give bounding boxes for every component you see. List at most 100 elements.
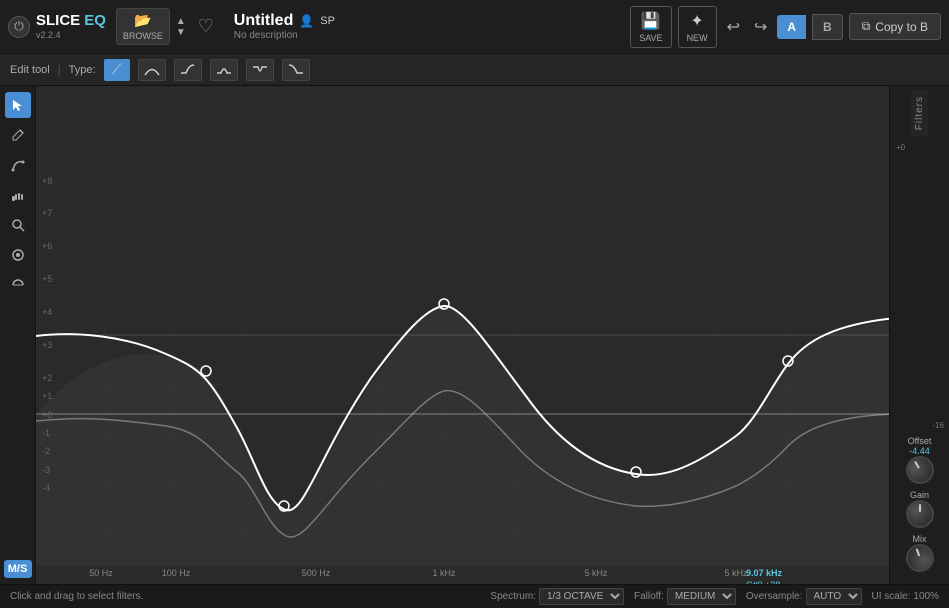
- separator: |: [58, 64, 61, 76]
- ui-scale-control: UI scale: 100%: [872, 591, 939, 602]
- right-sidebar: Filters +0 -16 Offset -4.44 Gain Mix: [889, 86, 949, 584]
- ab-a-button[interactable]: A: [777, 15, 806, 39]
- oversample-label: Oversample:: [746, 591, 803, 602]
- tool-bandpass[interactable]: [210, 59, 238, 81]
- status-text: Click and drag to select filters.: [10, 591, 480, 602]
- cursor-tool-button[interactable]: [5, 92, 31, 118]
- preset-name: Untitled: [234, 12, 294, 30]
- preset-area: Untitled 👤 SP No description: [226, 12, 624, 41]
- svg-text:-4: -4: [42, 483, 50, 493]
- favorite-button[interactable]: ♡: [192, 13, 220, 41]
- offset-value: -4.44: [909, 446, 930, 456]
- offset-knob[interactable]: [900, 451, 938, 489]
- svg-text:+2: +2: [42, 373, 52, 383]
- new-button[interactable]: ✦ NEW: [678, 6, 717, 48]
- falloff-label: Falloff:: [634, 591, 664, 602]
- svg-text:+4: +4: [42, 307, 52, 317]
- copy-icon: ⧉: [862, 19, 871, 34]
- arrow-down-icon[interactable]: ▼: [176, 27, 186, 38]
- svg-text:50 Hz: 50 Hz: [89, 568, 113, 578]
- logo-area: SLICE EQ v2.2.4: [36, 12, 106, 41]
- browse-arrows: ▲ ▼: [176, 16, 186, 38]
- new-label: NEW: [687, 33, 708, 43]
- ui-scale-label: UI scale:: [872, 591, 911, 602]
- save-button[interactable]: 💾 SAVE: [630, 6, 671, 48]
- svg-text:500 Hz: 500 Hz: [302, 568, 331, 578]
- arrow-up-icon[interactable]: ▲: [176, 16, 186, 27]
- browse-button[interactable]: 📂 BROWSE: [116, 8, 170, 45]
- zoom-tool-button[interactable]: [5, 212, 31, 238]
- svg-text:+6: +6: [42, 241, 52, 251]
- svg-text:+0: +0: [42, 410, 52, 420]
- tool-shelf-lo[interactable]: [282, 59, 310, 81]
- logo-slice: SLICE: [36, 12, 80, 30]
- mix-section: Mix: [892, 532, 947, 572]
- main-area: M/S: [0, 86, 949, 584]
- svg-text:+3: +3: [42, 340, 52, 350]
- svg-text:-3: -3: [42, 465, 50, 475]
- svg-text:9.07 kHz: 9.07 kHz: [746, 568, 783, 578]
- line-tool-button[interactable]: [5, 152, 31, 178]
- eq-canvas[interactable]: +8 +7 +6 +5 +4 +3 +2 +1 +0 -1 -2 -3 -4 5…: [36, 86, 889, 584]
- logo-version: v2.2.4: [36, 30, 106, 41]
- oversample-select[interactable]: AUTO 2x 4x OFF: [806, 588, 862, 605]
- svg-text:1 kHz: 1 kHz: [432, 568, 456, 578]
- falloff-control: Falloff: MEDIUM SLOW FAST: [634, 588, 736, 605]
- undo-button[interactable]: ↩: [723, 13, 744, 41]
- oversample-control: Oversample: AUTO 2x 4x OFF: [746, 588, 862, 605]
- svg-text:5 kHz: 5 kHz: [724, 568, 748, 578]
- ms-button[interactable]: M/S: [4, 560, 32, 578]
- svg-text:+7: +7: [42, 208, 52, 218]
- offset-section: Offset -4.44: [892, 434, 947, 484]
- half-circle-tool-button[interactable]: [5, 272, 31, 298]
- ab-b-button[interactable]: B: [812, 14, 843, 40]
- gain-knob[interactable]: [906, 500, 934, 528]
- svg-text:+8: +8: [42, 176, 52, 186]
- tool-bell[interactable]: [138, 59, 166, 81]
- save-icon: 💾: [641, 11, 661, 31]
- svg-text:-1: -1: [42, 428, 50, 438]
- spectrum-label: Spectrum:: [490, 591, 536, 602]
- eq-node-1: [201, 366, 211, 376]
- svg-text:+1: +1: [42, 391, 52, 401]
- filters-label: Filters: [911, 90, 928, 136]
- svg-text:+5: +5: [42, 274, 52, 284]
- gain-section: Gain: [892, 488, 947, 528]
- hand-tool-button[interactable]: [5, 182, 31, 208]
- spectrum-select[interactable]: 1/3 OCTAVE 1/6 OCTAVE OFF: [539, 588, 624, 605]
- browse-label: BROWSE: [123, 31, 163, 41]
- mix-knob[interactable]: [902, 540, 938, 576]
- svg-text:C#9 +38: C#9 +38: [746, 580, 780, 584]
- redo-button[interactable]: ↪: [750, 13, 771, 41]
- bottom-bar: Click and drag to select filters. Spectr…: [0, 584, 949, 608]
- edit-tool-label: Edit tool: [10, 64, 50, 76]
- svg-text:-2: -2: [42, 446, 50, 456]
- pencil-tool-button[interactable]: [5, 122, 31, 148]
- spectrum-control: Spectrum: 1/3 OCTAVE 1/6 OCTAVE OFF: [490, 588, 624, 605]
- copy-to-label: Copy to B: [875, 20, 928, 34]
- tool-notch[interactable]: [246, 59, 274, 81]
- preset-description: No description: [234, 30, 624, 41]
- gain-label: Gain: [910, 490, 929, 500]
- mix-label: Mix: [913, 534, 927, 544]
- power-button[interactable]: ⏻: [8, 16, 30, 38]
- tool-select[interactable]: ⟋: [104, 59, 130, 81]
- circle-tool-button[interactable]: [5, 242, 31, 268]
- type-label: Type:: [69, 64, 96, 76]
- db-plus0: +0: [896, 142, 943, 155]
- top-bar: ⏻ SLICE EQ v2.2.4 📂 BROWSE ▲ ▼ ♡ Untitle…: [0, 0, 949, 54]
- db-minus16: -16: [892, 421, 944, 430]
- offset-label: Offset: [908, 436, 932, 446]
- copy-to-button[interactable]: ⧉ Copy to B: [849, 13, 941, 40]
- tool-shelf-hi[interactable]: [174, 59, 202, 81]
- new-icon: ✦: [690, 11, 703, 31]
- ui-scale-value: 100%: [913, 591, 939, 602]
- eq-area[interactable]: +8 +7 +6 +5 +4 +3 +2 +1 +0 -1 -2 -3 -4 5…: [36, 86, 889, 584]
- left-sidebar: M/S: [0, 86, 36, 584]
- falloff-select[interactable]: MEDIUM SLOW FAST: [667, 588, 736, 605]
- preset-user: SP: [320, 15, 335, 27]
- svg-text:100 Hz: 100 Hz: [162, 568, 191, 578]
- svg-text:5 kHz: 5 kHz: [584, 568, 608, 578]
- logo-eq: EQ: [84, 12, 106, 30]
- tool-bar: Edit tool | Type: ⟋: [0, 54, 949, 86]
